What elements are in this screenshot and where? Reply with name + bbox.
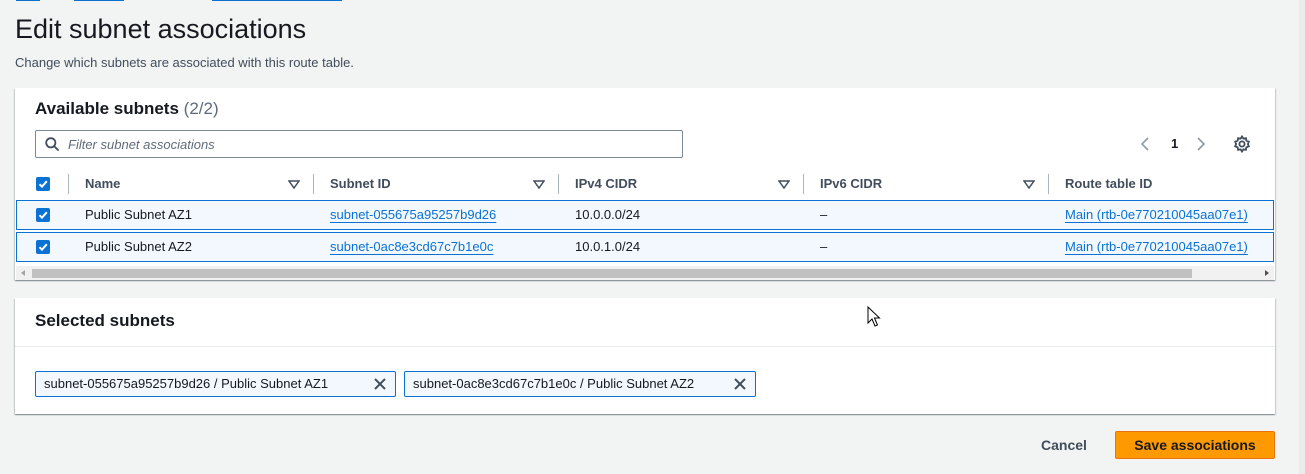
save-associations-button[interactable]: Save associations: [1115, 431, 1275, 459]
column-header-ipv4-cidr[interactable]: IPv4 CIDR: [575, 172, 795, 202]
table-row[interactable]: Public Subnet AZ2 subnet-0ac8e3cd67c7b1e…: [16, 232, 1274, 262]
row-checkbox[interactable]: [36, 208, 50, 222]
cell-ipv6-cidr: –: [820, 239, 828, 254]
scroll-right-icon[interactable]: [1264, 270, 1270, 276]
column-divider: [313, 174, 314, 194]
breadcrumb-link-underline: [16, 0, 40, 1]
available-subnets-count: (2/2): [183, 99, 219, 118]
column-header-ipv6-cidr[interactable]: IPv6 CIDR: [820, 172, 1040, 202]
cell-route-table-link[interactable]: Main (rtb-0e770210045aa07e1): [1065, 233, 1248, 261]
table-header: Name Subnet ID IPv4 CIDR IPv6 CIDR Route…: [16, 172, 1274, 203]
column-header-label: IPv4 CIDR: [575, 176, 638, 191]
token-label: subnet-055675a95257b9d26 / Public Subnet…: [44, 376, 329, 391]
sort-caret-icon[interactable]: [533, 180, 545, 189]
breadcrumb-remnant: [16, 0, 346, 2]
selected-subnets-panel: Selected subnets subnet-055675a95257b9d2…: [15, 298, 1275, 414]
page-subtitle: Change which subnets are associated with…: [15, 55, 354, 70]
selected-subnets-header: [15, 298, 1275, 347]
column-header-name[interactable]: Name: [85, 172, 305, 202]
row-checkbox[interactable]: [36, 240, 50, 254]
column-header-label: Name: [85, 176, 121, 191]
search-icon: [45, 137, 59, 151]
cell-ipv4-cidr: 10.0.0.0/24: [575, 207, 641, 222]
selected-subnet-token: subnet-0ac8e3cd67c7b1e0c / Public Subnet…: [404, 371, 756, 397]
filter-input[interactable]: [68, 134, 668, 154]
close-icon[interactable]: [373, 377, 387, 391]
cell-ipv6-cidr: –: [820, 207, 828, 222]
sort-caret-icon[interactable]: [778, 180, 790, 189]
selected-subnet-token: subnet-055675a95257b9d26 / Public Subnet…: [35, 371, 396, 397]
page-title: Edit subnet associations: [15, 14, 307, 44]
scrollbar-thumb[interactable]: [32, 269, 1192, 278]
cell-name: Public Subnet AZ2: [85, 239, 192, 254]
column-header-route-table-id[interactable]: Route table ID: [1065, 172, 1265, 202]
cell-subnet-id-link[interactable]: subnet-0ac8e3cd67c7b1e0c: [330, 233, 493, 261]
cell-ipv4-cidr: 10.0.1.0/24: [575, 239, 641, 254]
column-header-subnet-id[interactable]: Subnet ID: [330, 172, 550, 202]
column-divider: [558, 174, 559, 194]
gear-icon[interactable]: [1232, 134, 1252, 154]
select-all-checkbox[interactable]: [36, 177, 50, 191]
checkbox-checked-icon: [38, 180, 48, 189]
column-divider: [803, 174, 804, 194]
sort-caret-icon[interactable]: [288, 180, 300, 189]
table-row[interactable]: Public Subnet AZ1 subnet-055675a95257b9d…: [16, 200, 1274, 230]
column-header-label: IPv6 CIDR: [820, 176, 883, 191]
chevron-left-icon[interactable]: [1138, 136, 1152, 152]
column-divider: [1048, 174, 1049, 194]
breadcrumb-link-underline: [74, 0, 124, 1]
available-subnets-panel: Available subnets (2/2) 1 N: [15, 88, 1275, 280]
horizontal-scrollbar[interactable]: [16, 266, 1274, 280]
column-header-label: Route table ID: [1065, 176, 1153, 191]
checkbox-checked-icon: [38, 211, 48, 220]
selected-subnets-title: Selected subnets: [35, 311, 175, 330]
page-scrollbar[interactable]: [1299, 0, 1305, 474]
chevron-right-icon[interactable]: [1194, 136, 1208, 152]
checkbox-checked-icon: [38, 243, 48, 252]
filter-field[interactable]: [35, 130, 683, 158]
column-header-label: Subnet ID: [330, 176, 391, 191]
available-subnets-title: Available subnets: [35, 99, 179, 118]
available-subnets-heading: Available subnets (2/2): [35, 99, 219, 119]
cell-route-table-link[interactable]: Main (rtb-0e770210045aa07e1): [1065, 201, 1248, 229]
sort-caret-icon[interactable]: [1023, 180, 1035, 189]
token-label: subnet-0ac8e3cd67c7b1e0c / Public Subnet…: [413, 376, 695, 391]
breadcrumb-link-underline: [212, 0, 342, 1]
cell-name: Public Subnet AZ1: [85, 207, 192, 222]
column-divider: [68, 174, 69, 194]
cancel-button[interactable]: Cancel: [1027, 431, 1101, 459]
page-number[interactable]: 1: [1171, 136, 1178, 151]
close-icon[interactable]: [733, 377, 747, 391]
mouse-cursor-icon: [867, 306, 881, 327]
cell-subnet-id-link[interactable]: subnet-055675a95257b9d26: [330, 201, 496, 229]
subnets-table: Name Subnet ID IPv4 CIDR IPv6 CIDR Route…: [16, 172, 1274, 280]
scroll-left-icon[interactable]: [20, 270, 26, 276]
